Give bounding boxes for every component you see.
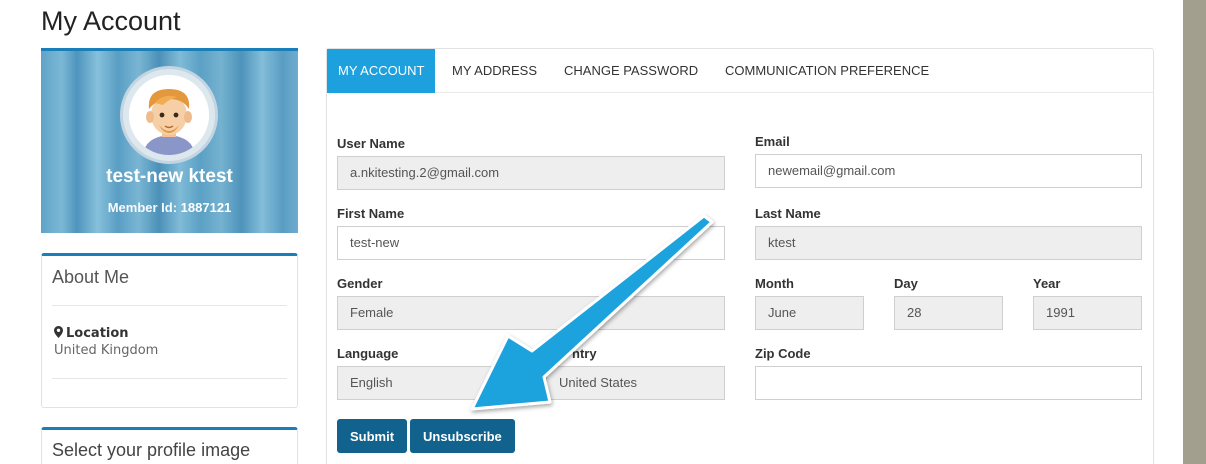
avatar-icon [129,75,209,155]
avatar[interactable] [129,75,209,155]
unsubscribe-button[interactable]: Unsubscribe [410,419,515,453]
gender-label: Gender [337,276,383,291]
username-label: User Name [337,136,405,151]
location-label-text: Location [66,326,129,341]
tab-my-address[interactable]: MY ADDRESS [441,49,548,93]
year-select[interactable]: 1991 [1033,296,1142,330]
tab-communication-preference[interactable]: COMMUNICATION PREFERENCE [714,49,940,93]
select-image-card: Select your profile image [41,427,298,464]
day-select[interactable]: 28 [894,296,1003,330]
profile-card: test-new ktest Member Id: 1887121 [41,48,298,233]
divider [52,305,287,306]
tab-bar: MY ACCOUNT MY ADDRESS CHANGE PASSWORD CO… [327,49,1153,93]
about-title: About Me [52,267,130,287]
submit-button[interactable]: Submit [337,419,408,453]
profile-name: test-new ktest [106,166,233,187]
zip-code-label: Zip Code [755,346,811,361]
member-id-label: Member Id: [107,200,178,215]
email-field[interactable]: newemail@gmail.com [755,154,1142,188]
last-name-label: Last Name [755,206,821,221]
month-select[interactable]: June [755,296,864,330]
divider [52,378,287,379]
avatar-ring [120,66,218,164]
first-name-field[interactable]: test-new [337,226,725,260]
country-select[interactable]: United States [546,366,725,400]
zip-code-field[interactable] [755,366,1142,400]
map-marker-icon [54,326,63,338]
member-id: Member Id: 1887121 [41,200,298,215]
location-label: Location [54,326,129,341]
gender-select[interactable]: Female [337,296,725,330]
location-value: United Kingdom [54,343,159,358]
year-label: Year [1033,276,1061,291]
email-label: Email [755,134,790,149]
username-field[interactable]: a.nkitesting.2@gmail.com [337,156,725,190]
country-label: ntry [572,346,597,361]
select-image-title: Select your profile image [52,440,251,460]
last-name-field[interactable]: ktest [755,226,1142,260]
day-label: Day [894,276,918,291]
language-select[interactable]: English [337,366,516,400]
member-id-value: 1887121 [180,200,232,215]
about-card: About Me Location United Kingdom [41,253,298,408]
page-title: My Account [41,6,181,36]
month-label: Month [755,276,794,291]
first-name-label: First Name [337,206,405,221]
tab-change-password[interactable]: CHANGE PASSWORD [553,49,709,93]
language-label: Language [337,346,399,361]
tab-my-account[interactable]: MY ACCOUNT [327,49,436,93]
